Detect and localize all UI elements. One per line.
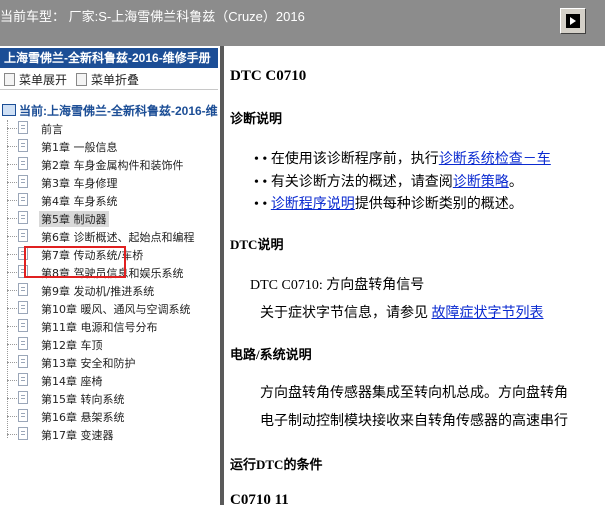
document-icon [18,175,28,188]
diag-procedure-link[interactable]: 诊断程序说明 [271,197,355,212]
bullet-2-suffix: 。 [508,175,523,190]
chapter-label: 第12章 车顶 [41,339,103,352]
chapter-label: 第15章 转向系统 [41,393,125,406]
chapter-label: 第2章 车身金属构件和装饰件 [41,159,184,172]
chapter-label: 第6章 诊断概述、起始点和编程 [41,231,195,244]
circuit-line-2: 电子制动控制模块接收来自转角传感器的高速串行 [260,414,568,429]
tree-connector [7,200,17,201]
document-icon [18,139,28,152]
bullet-3-suffix: 提供每种诊断类别的概述。 [354,197,523,212]
document-icon [18,391,28,404]
chapter-label: 第1章 一般信息 [41,141,118,154]
document-icon [18,319,28,332]
document-icon [18,301,28,314]
dtc-title: DTC C0710 [230,68,307,84]
tree-connector [7,128,17,129]
chapter-label: 第9章 发动机/推进系统 [41,285,155,298]
collapse-menu-label: 菜单折叠 [91,73,140,87]
chapter-label: 第4章 车身系统 [41,195,118,208]
tree-connector [7,254,17,255]
selection-highlight-box [24,246,126,278]
document-icon [18,409,28,422]
document-icon [18,121,28,134]
vehicle-title: 当前车型： 厂家:S-上海雪佛兰科鲁兹（Cruze）2016 [0,9,305,24]
chapter-label: 第11章 电源和信号分布 [41,321,158,334]
chapter-label: 第16章 悬架系统 [41,411,125,424]
diag-strategy-link[interactable]: 诊断策略 [453,175,509,190]
chapter-label: 第17章 变速器 [41,429,114,442]
dtc-heading: DTC说明 [230,237,284,252]
bullet-2: • • 有关诊断方法的概述，请查阅诊断策略。 [254,171,523,191]
next-dtc-title: C0710 11 [230,492,289,505]
computer-icon [2,104,16,116]
tree-connector [7,416,17,417]
tree-connector [7,326,17,327]
tree-connector [7,308,17,309]
document-icon [18,427,28,440]
document-icon [18,373,28,386]
content-pane: DTC C0710 诊断说明 • • 在使用该诊断程序前，执行诊断系统检查－车 … [224,46,605,505]
symptom-byte-list-link[interactable]: 故障症状字节列表 [432,306,544,321]
collapse-menu-button[interactable]: 菜单折叠 [76,71,139,88]
document-icon [18,355,28,368]
document-icon [18,337,28,350]
expand-menu-button[interactable]: 菜单展开 [4,71,67,88]
tree-connector [7,272,17,273]
document-icon [18,283,28,296]
dtc-description: DTC C0710: 方向盘转角信号 [250,278,425,293]
bullet-dot: • • [254,152,271,167]
tree-connector [7,434,17,435]
bullet-1-text: 在使用该诊断程序前，执行 [270,152,439,167]
title-bar: 当前车型： 厂家:S-上海雪佛兰科鲁兹（Cruze）2016 [0,0,605,46]
manual-title: 上海雪佛兰-全新科鲁兹-2016-维修手册 [0,48,218,68]
tree-connector [7,362,17,363]
bullet-dot: • • [254,175,271,190]
sidebar: 上海雪佛兰-全新科鲁兹-2016-维修手册 菜单展开 菜单折叠 当前:上海雪佛兰… [0,46,220,505]
document-icon [18,157,28,170]
tree-connector [7,164,17,165]
tree-connector [7,398,17,399]
run-conditions-heading: 运行DTC的条件 [230,457,323,472]
chapter-label: 第5章 制动器 [39,211,109,227]
chapter-label: 前言 [41,123,63,136]
tree-connector [7,182,17,183]
tree-connector [7,380,17,381]
tree-connector [7,344,17,345]
expand-menu-label: 菜单展开 [19,73,68,87]
tree-connector [7,146,17,147]
tree-connector [7,218,17,219]
chapter-label: 第10章 暖风、通风与空调系统 [41,303,191,316]
diag-system-check-link[interactable]: 诊断系统检查－车 [439,152,551,167]
tree-connector [7,120,8,438]
tree-root-label: 当前:上海雪佛兰-全新科鲁兹-2016-维 [19,104,218,118]
next-page-button[interactable] [560,8,586,34]
divider [0,89,218,90]
document-icon [18,229,28,242]
circuit-heading: 电路/系统说明 [230,347,312,362]
bullet-2-text: 有关诊断方法的概述，请查阅 [270,175,453,190]
bullet-1: • • 在使用该诊断程序前，执行诊断系统检查－车 [254,148,551,168]
symptom-text: 关于症状字节信息，请参见 [260,306,432,321]
diag-heading: 诊断说明 [230,111,283,126]
bullet-3: • • 诊断程序说明提供每种诊断类别的概述。 [254,193,523,213]
tree-connector [7,290,17,291]
play-arrow-icon [566,14,580,28]
document-icon [18,193,28,206]
expand-icon [4,73,15,86]
bullet-dot: • • [254,197,271,212]
tree-connector [7,236,17,237]
collapse-icon [76,73,87,86]
chapter-label: 第13章 安全和防护 [41,357,136,370]
circuit-line-1: 方向盘转角传感器集成至转向机总成。方向盘转角 [260,386,568,401]
chapter-label: 第14章 座椅 [41,375,103,388]
chapter-label: 第3章 车身修理 [41,177,118,190]
tree-root[interactable]: 当前:上海雪佛兰-全新科鲁兹-2016-维 [2,102,218,120]
symptom-line: 关于症状字节信息，请参见 故障症状字节列表 [260,302,544,322]
document-icon [18,211,28,224]
